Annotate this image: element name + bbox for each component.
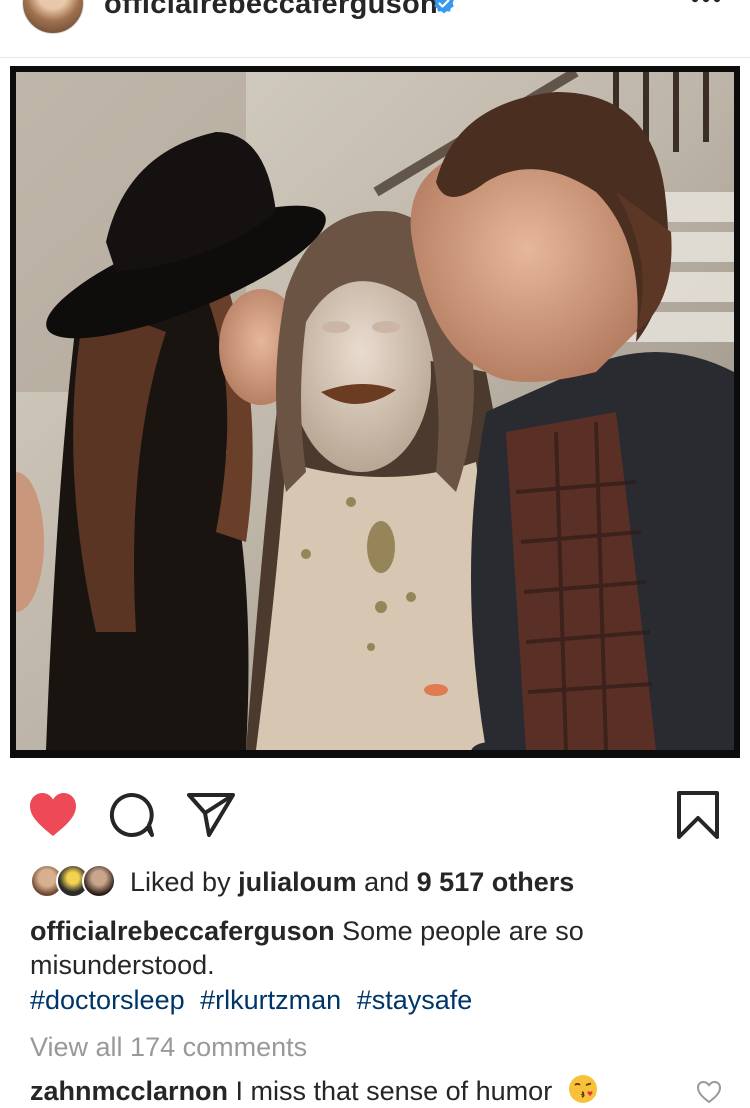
liker-avatar bbox=[82, 864, 116, 898]
more-options-icon[interactable] bbox=[690, 0, 722, 6]
hashtag-link[interactable]: #doctorsleep bbox=[30, 985, 185, 1015]
bookmark-icon[interactable] bbox=[676, 790, 720, 840]
kissing-face-emoji-icon bbox=[568, 1075, 597, 1103]
send-icon[interactable] bbox=[186, 792, 236, 838]
hashtag-link[interactable]: #staysafe bbox=[357, 985, 473, 1015]
post-photo[interactable] bbox=[16, 72, 734, 750]
hashtag-link[interactable]: #rlkurtzman bbox=[200, 985, 341, 1015]
likes-middle: and bbox=[356, 867, 417, 897]
likes-user[interactable]: julialoum bbox=[238, 867, 357, 897]
likes-text: Liked by julialoum and 9 517 others bbox=[130, 866, 574, 898]
comment-row: zahnmcclarnon I miss that sense of humor bbox=[30, 1074, 598, 1108]
heart-filled-icon[interactable] bbox=[28, 792, 78, 838]
likes-summary[interactable]: Liked by julialoum and 9 517 others bbox=[30, 862, 730, 902]
profile-avatar[interactable] bbox=[22, 0, 84, 34]
comment-text: I miss that sense of humor bbox=[228, 1076, 553, 1106]
post-photo-frame bbox=[10, 66, 740, 758]
likes-prefix: Liked by bbox=[130, 867, 239, 897]
photo-illustration bbox=[16, 72, 734, 750]
caption-username[interactable]: officialrebeccaferguson bbox=[30, 916, 335, 946]
comment-like-icon[interactable] bbox=[696, 1080, 722, 1104]
verified-badge-icon bbox=[434, 0, 454, 14]
likes-count[interactable]: 9 517 others bbox=[417, 867, 575, 897]
post-username[interactable]: officialrebeccaferguson bbox=[104, 0, 438, 20]
post-caption: officialrebeccaferguson Some people are … bbox=[30, 914, 720, 982]
action-bar bbox=[0, 780, 750, 850]
view-all-comments-link[interactable]: View all 174 comments bbox=[30, 1030, 307, 1064]
comment-username[interactable]: zahnmcclarnon bbox=[30, 1076, 228, 1106]
comment-icon[interactable] bbox=[108, 791, 156, 839]
post-header: officialrebeccaferguson bbox=[0, 0, 750, 58]
hashtags: #doctorsleep #rlkurtzman #staysafe bbox=[30, 983, 480, 1017]
